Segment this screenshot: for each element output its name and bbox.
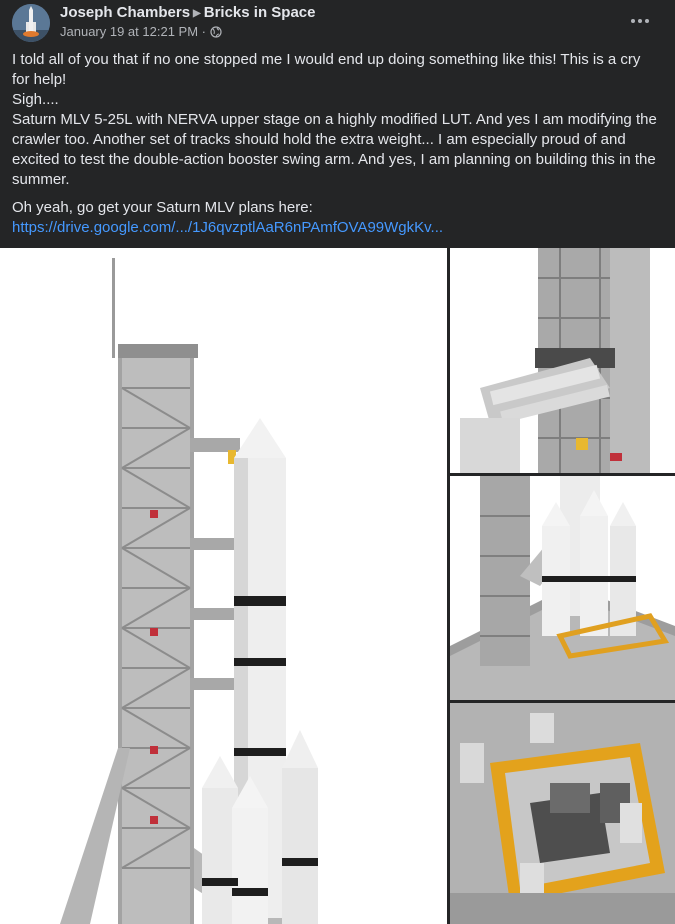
meta-separator: ·: [201, 24, 206, 39]
group-name[interactable]: Bricks in Space: [204, 4, 316, 21]
photo-main-tower[interactable]: [0, 248, 447, 924]
post-meta: January 19 at 12:21 PM ·: [60, 24, 222, 41]
caret-right-icon: ▶: [193, 8, 201, 19]
post-timestamp[interactable]: January 19 at 12:21 PM: [60, 24, 198, 39]
post-paragraph: Sigh....: [12, 91, 59, 108]
more-options-button[interactable]: [627, 8, 653, 34]
post-paragraph: I told all of you that if no one stopped…: [12, 51, 641, 88]
post-body: I told all of you that if no one stopped…: [12, 50, 657, 238]
photo-swing-arm[interactable]: [450, 248, 675, 473]
author-line: Joseph Chambers ▶ Bricks in Space: [60, 4, 315, 21]
photo-flame-trench[interactable]: [450, 703, 675, 924]
more-dots-icon: [631, 19, 649, 23]
author-avatar[interactable]: [12, 4, 50, 42]
post-header: Joseph Chambers ▶ Bricks in Space January …: [0, 0, 675, 44]
globe-icon[interactable]: [210, 26, 222, 41]
link-intro: Oh yeah, go get your Saturn MLV plans he…: [12, 199, 313, 216]
author-name[interactable]: Joseph Chambers: [60, 4, 190, 21]
post-paragraph: Saturn MLV 5-25L with NERVA upper stage …: [12, 111, 657, 188]
photo-booster-base[interactable]: [450, 476, 675, 700]
plans-link[interactable]: https://drive.google.com/.../1J6qvzptlAa…: [12, 219, 443, 236]
